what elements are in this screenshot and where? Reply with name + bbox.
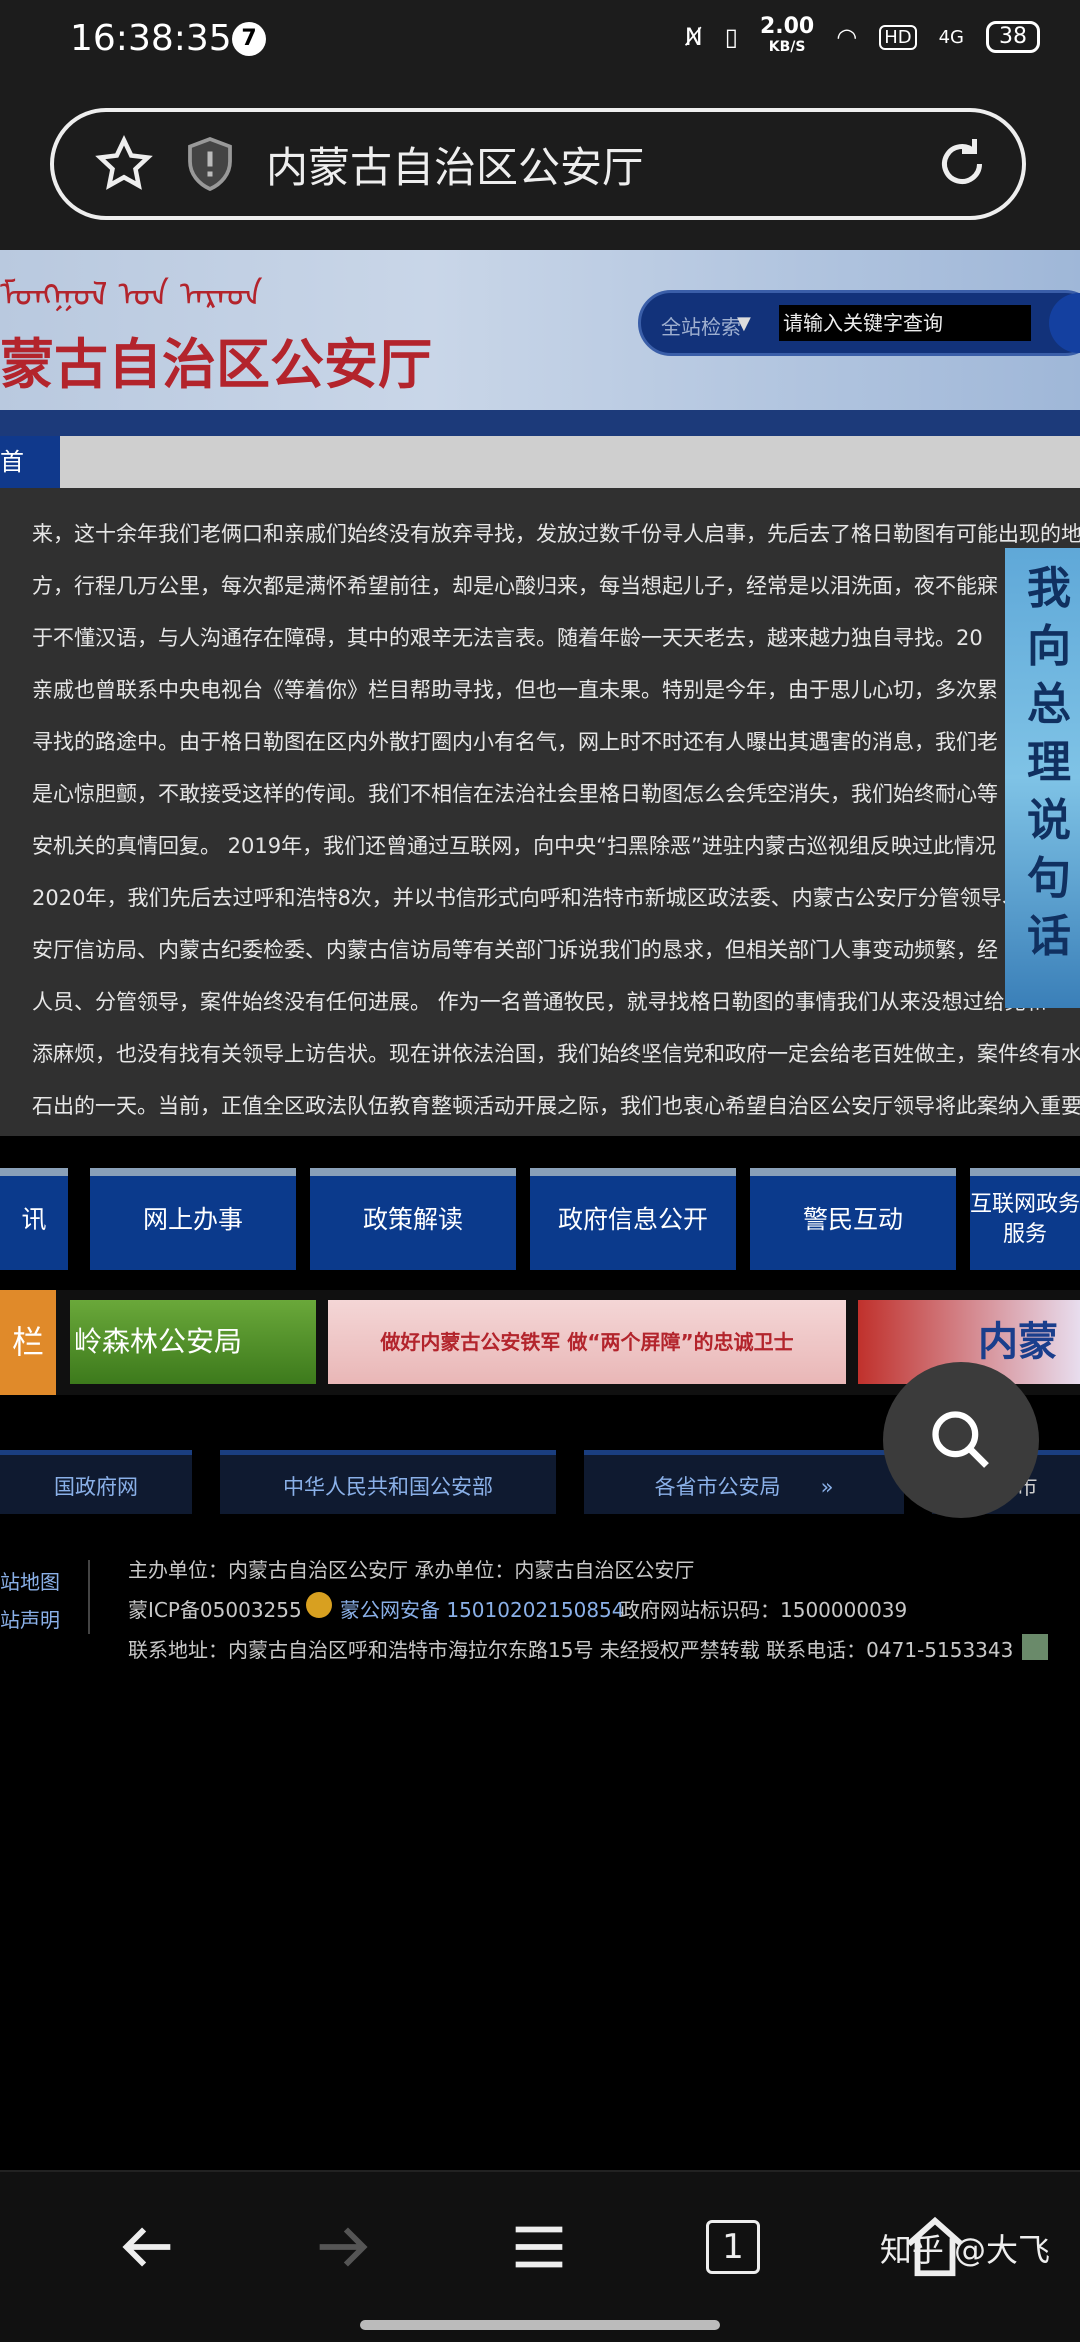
mongolian-title: ᠮᠣᠩᠭᠣᠯ ᠤᠨ ᠠᠷᠠᠳ (0, 275, 263, 315)
nav-button-internet-services[interactable]: 互联网政务服务 (970, 1168, 1080, 1270)
forward-icon[interactable] (308, 2212, 378, 2282)
vibrate-icon: ▯ (724, 23, 738, 51)
status-bar: 16:38:35 7 N̸ ▯ 2.00 KB/S ◠ HD 4G 38 (0, 0, 1080, 80)
paragraph-line: 寻找的路途中。由于格日勒图在区内外散打圈内小有名气，网上时不时还有人曝出其遇害的… (32, 730, 998, 754)
site-search: 全站检索 ▼ 请输入关键字查询 (638, 290, 1080, 356)
site-statement-link[interactable]: 站声明 (0, 1604, 60, 1633)
banner-forest-police[interactable]: 岭森林公安局 (70, 1300, 316, 1384)
side-banner-char: 向 (1027, 621, 1071, 672)
address-bar[interactable]: 内蒙古自治区公安厅 (50, 108, 1026, 220)
gov-site-icon[interactable] (1022, 1634, 1048, 1660)
search-input[interactable]: 请输入关键字查询 (779, 305, 1031, 341)
bookmark-star-icon[interactable] (94, 134, 154, 194)
side-banner-char: 句 (1027, 853, 1071, 904)
paragraph-line: 是心惊胆颤，不敢接受这样的传闻。我们不相信在法治社会里格日勒图怎么会凭空消失，我… (32, 782, 998, 806)
gesture-handle[interactable] (360, 2320, 720, 2330)
nfc-icon: N̸ (684, 23, 703, 51)
paragraph-line: 于不懂汉语，与人沟通存在障碍，其中的艰辛无法言表。随着年龄一天天老去，越来越力独… (32, 626, 983, 650)
footer-sponsor: 主办单位：内蒙古自治区公安厅 承办单位：内蒙古自治区公安厅 (128, 1558, 695, 1582)
wifi-icon: ◠ (836, 23, 858, 51)
paragraph-line: 安机关的真情回复。 2019年，我们还曾通过互联网，向中央“扫黑除恶”进驻内蒙古… (32, 834, 996, 858)
footer-divider (88, 1560, 90, 1634)
sitemap-link[interactable]: 站地图 (0, 1566, 60, 1595)
chevron-double-down-icon: » (820, 1475, 834, 1499)
watermark: 知乎 @大飞 (879, 2231, 1050, 2269)
select-provincial-bureaus[interactable]: 各省市公安局 » (584, 1450, 904, 1514)
nav-button-interaction[interactable]: 警民互动 (750, 1168, 956, 1270)
footer-contact: 联系地址：内蒙古自治区呼和浩特市海拉尔东路15号 未经授权严禁转载 联系电话：0… (128, 1638, 1014, 1662)
nav-button-online-services[interactable]: 网上办事 (90, 1168, 296, 1270)
side-banner-char: 理 (1027, 737, 1071, 788)
side-banner-char: 说 (1027, 795, 1071, 846)
paragraph-line: 方，行程几万公里，每次都是满怀希望前往，却是心酸归来，每当想起儿子，经常是以泪洗… (32, 574, 998, 598)
paragraph-line: 安厅信访局、内蒙古纪委检委、内蒙古信访局等有关部门诉说我们的恳求，但相关部门人事… (32, 938, 998, 962)
browser-toolbar: 内蒙古自治区公安厅 (0, 80, 1080, 250)
header-stripe (0, 410, 1080, 436)
paragraph-line: 2020年，我们先后去过呼和浩特8次，并以书信形式向呼和浩特市新城区政法委、内蒙… (32, 886, 1023, 910)
clock: 16:38:35 (70, 18, 232, 59)
search-button[interactable] (1049, 293, 1080, 353)
police-record-link[interactable]: 蒙公网安备 15010202150854 (340, 1594, 625, 1623)
nav-button-gov-info[interactable]: 政府信息公开 (530, 1168, 736, 1270)
signal-icon: 4G (938, 26, 964, 48)
chevron-down-icon[interactable]: ▼ (737, 313, 751, 334)
search-icon (932, 1411, 989, 1468)
notice-header: 首 (0, 436, 1080, 488)
nav-button-news[interactable]: 讯 (0, 1168, 68, 1270)
site-code: 政府网站标识码：1500000039 (620, 1598, 908, 1622)
side-banner[interactable]: 我 向 总 理 说 句 话 (1005, 548, 1080, 1008)
net-speed: 2.00 KB/S (759, 14, 815, 56)
hd-icon: HD (879, 24, 917, 50)
section-tag: 栏 (0, 1290, 56, 1395)
paragraph-line: 石出的一天。当前，正值全区政法队伍教育整顿活动开展之际，我们也衷心希望自治区公安… (32, 1094, 1080, 1118)
police-badge-icon (306, 1592, 332, 1618)
link-ministry-public-security[interactable]: 中华人民共和国公安部 (220, 1450, 556, 1514)
link-gov-portal[interactable]: 国政府网 (0, 1450, 192, 1514)
site-logo-text[interactable]: 蒙古自治区公安厅 (0, 320, 432, 399)
reload-icon[interactable] (932, 134, 992, 194)
paragraph-line: 来，这十余年我们老俩口和亲戚们始终没有放弃寻找，发放过数千份寻人启事，先后去了格… (32, 522, 1080, 546)
menu-icon[interactable] (504, 2212, 574, 2282)
icp-record[interactable]: 蒙ICP备05003255 (128, 1594, 302, 1623)
floating-search-button[interactable] (883, 1362, 1039, 1518)
home-tab[interactable]: 首 (0, 436, 60, 488)
search-category-select[interactable]: 全站检索 (661, 311, 741, 340)
security-shield-icon[interactable] (180, 134, 240, 194)
status-icons: N̸ ▯ 2.00 KB/S ◠ HD 4G 38 (684, 14, 1040, 56)
select-label: 各省市公安局 (654, 1475, 781, 1499)
battery-icon: 38 (986, 21, 1040, 53)
notice-body: 来，这十余年我们老俩口和亲戚们始终没有放弃寻找，发放过数千份寻人启事，先后去了格… (0, 488, 1080, 1136)
paragraph-line: 亲戚也曾联系中央电视台《等着你》栏目帮助寻找，但也一直未果。特别是今年，由于思儿… (32, 678, 998, 702)
nav-button-policy[interactable]: 政策解读 (310, 1168, 516, 1270)
side-banner-char: 话 (1027, 911, 1071, 962)
side-banner-char: 总 (1027, 679, 1071, 730)
back-icon[interactable] (112, 2212, 182, 2282)
paragraph-line: 人员、分管领导，案件始终没有任何进展。 作为一名普通牧民，就寻找格日勒图的事情我… (32, 990, 1047, 1014)
page-title[interactable]: 内蒙古自治区公安厅 (266, 134, 644, 195)
side-banner-char: 我 (1027, 563, 1071, 614)
banner-police-army[interactable]: 做好内蒙古公安铁军 做“两个屏障”的忠诚卫士 (328, 1300, 846, 1384)
site-header: ᠮᠣᠩᠭᠣᠯ ᠤᠨ ᠠᠷᠠᠳ 蒙古自治区公安厅 全站检索 ▼ 请输入关键字查询 (0, 250, 1080, 410)
notification-badge: 7 (232, 22, 266, 56)
paragraph-line: 添麻烦，也没有找有关领导上访告状。现在讲依法治国，我们始终坚信党和政府一定会给老… (32, 1042, 1080, 1066)
tabs-button[interactable]: 1 (706, 2220, 760, 2274)
